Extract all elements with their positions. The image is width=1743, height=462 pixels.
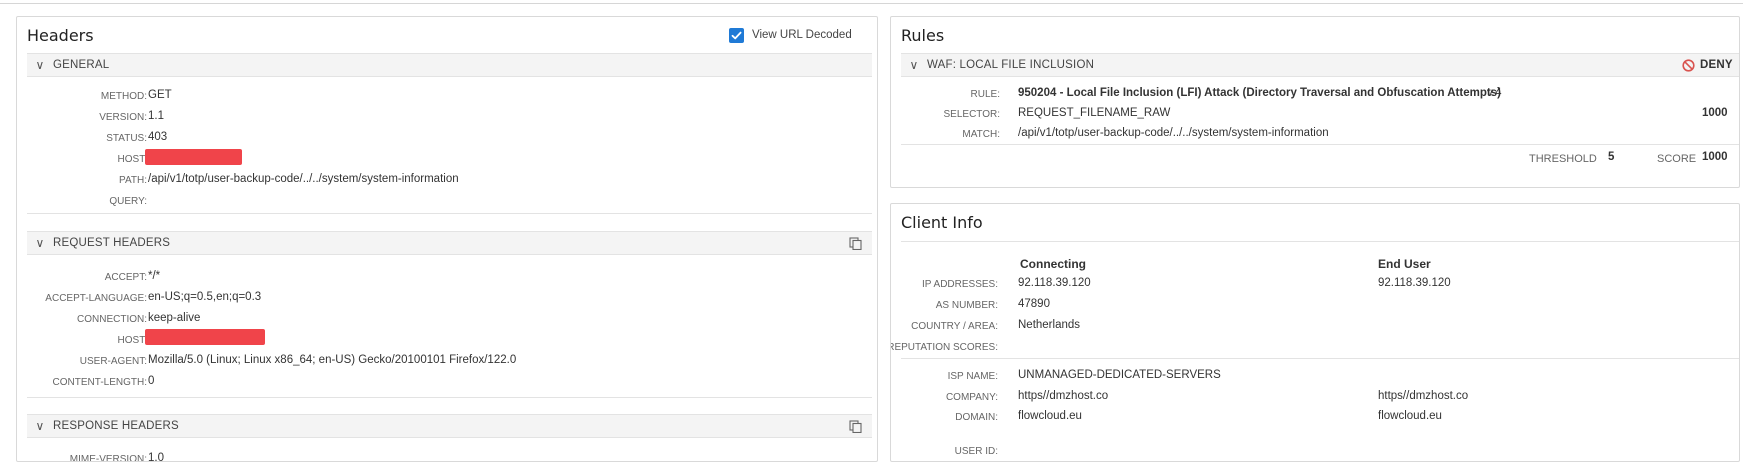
request-header-label: ACCEPT: — [104, 272, 147, 283]
general-value: /api/v1/totp/user-backup-code/../../syst… — [148, 173, 459, 185]
threshold-label: THRESHOLD — [1529, 153, 1597, 165]
chevron-down-icon[interactable]: ∨ — [27, 236, 53, 250]
client-connecting-value: https//dmzhost.co — [1018, 390, 1109, 402]
column-connecting: Connecting — [1020, 257, 1086, 271]
general-value: 403 — [148, 131, 168, 143]
response-header-label: MIME-VERSION: — [69, 454, 147, 462]
headers-panel: Headers View URL Decoded ∨ GENERAL METHO… — [16, 16, 878, 462]
client-connecting-value: flowcloud.eu — [1018, 410, 1082, 422]
client-label: DOMAIN: — [955, 412, 998, 423]
rule-score: 1000 — [1702, 107, 1728, 119]
client-label: IP ADDRESSES: — [922, 279, 998, 290]
request-header-value: en-US;q=0.5,en;q=0.3 — [148, 291, 262, 303]
divider — [901, 358, 1739, 359]
client-info-title: Client Info — [901, 213, 983, 232]
threshold-value: 5 — [1608, 151, 1615, 163]
copy-icon[interactable] — [849, 420, 862, 433]
selector-label: SELECTOR: — [943, 109, 1001, 120]
client-label: ISP NAME: — [947, 371, 998, 382]
client-label: COUNTRY / AREA: — [911, 321, 998, 332]
copy-icon[interactable] — [849, 237, 862, 250]
general-value: 1.1 — [148, 110, 164, 122]
host-redaction — [145, 329, 265, 345]
headers-title: Headers — [27, 26, 94, 45]
section-general[interactable]: ∨ GENERAL — [27, 53, 872, 77]
request-header-label: CONTENT-LENGTH: — [52, 377, 147, 388]
general-label: PATH: — [119, 175, 147, 186]
divider — [27, 213, 872, 214]
selector-value: REQUEST_FILENAME_RAW — [1018, 107, 1171, 119]
request-header-label: ACCEPT-LANGUAGE: — [45, 293, 147, 304]
score-label: SCORE — [1657, 153, 1697, 165]
client-end-user-value: 92.118.39.120 — [1378, 277, 1451, 289]
request-header-value: keep-alive — [148, 312, 201, 324]
client-label: USER ID: — [954, 446, 998, 457]
section-general-title: GENERAL — [53, 59, 110, 71]
client-label: AS NUMBER: — [935, 300, 998, 311]
top-edge — [0, 0, 1743, 4]
rules-panel: Rules ∨ WAF: LOCAL FILE INCLUSION DENY R… — [890, 16, 1740, 188]
section-response-headers-title: RESPONSE HEADERS — [53, 420, 179, 432]
section-request-headers-title: REQUEST HEADERS — [53, 237, 171, 249]
section-waf-lfi[interactable]: ∨ WAF: LOCAL FILE INCLUSION DENY — [901, 53, 1739, 77]
client-end-user-value: https//dmzhost.co — [1378, 390, 1469, 402]
section-response-headers[interactable]: ∨ RESPONSE HEADERS — [27, 414, 872, 438]
request-header-label: CONNECTION: — [77, 314, 147, 325]
column-end-user: End User — [1378, 257, 1431, 271]
view-url-decoded-label[interactable]: View URL Decoded — [752, 29, 852, 41]
deny-label: DENY — [1700, 59, 1733, 71]
client-connecting-value: 47890 — [1018, 298, 1050, 310]
chevron-down-icon[interactable]: ∨ — [27, 58, 53, 72]
rules-title: Rules — [901, 26, 945, 45]
section-request-headers[interactable]: ∨ REQUEST HEADERS — [27, 231, 872, 255]
client-connecting-value: UNMANAGED-DEDICATED-SERVERS — [1018, 369, 1221, 381]
general-label: VERSION: — [99, 112, 147, 123]
request-header-value: 0 — [148, 375, 155, 387]
match-label: MATCH: — [962, 129, 1000, 140]
request-header-label: USER-AGENT: — [79, 356, 147, 367]
divider — [901, 144, 1739, 145]
divider — [901, 241, 1739, 242]
response-header-value: 1.0 — [148, 452, 164, 462]
divider — [27, 397, 872, 398]
deny-icon — [1682, 59, 1695, 72]
client-connecting-value: 92.118.39.120 — [1018, 277, 1091, 289]
client-connecting-value: Netherlands — [1018, 319, 1081, 331]
section-waf-lfi-title: WAF: LOCAL FILE INCLUSION — [927, 59, 1095, 71]
chevron-down-icon[interactable]: ∨ — [27, 419, 53, 433]
request-header-value: Mozilla/5.0 (Linux; Linux x86_64; en-US)… — [148, 354, 517, 366]
match-value: /api/v1/totp/user-backup-code/../../syst… — [1018, 127, 1329, 139]
view-url-decoded-checkbox[interactable] — [729, 28, 744, 43]
rule-label: RULE: — [970, 89, 1000, 100]
chevron-down-icon[interactable]: ∨ — [901, 58, 927, 72]
request-header-label: HOST: — [117, 335, 147, 346]
general-label: METHOD: — [100, 91, 147, 102]
client-label: REPUTATION SCORES: — [890, 342, 998, 353]
general-value: GET — [148, 89, 172, 101]
general-label: QUERY: — [109, 196, 147, 207]
general-label: STATUS: — [106, 133, 147, 144]
client-end-user-value: flowcloud.eu — [1378, 410, 1442, 422]
general-label: HOST: — [117, 154, 147, 165]
host-redaction — [145, 149, 242, 165]
rule-value: 950204 - Local File Inclusion (LFI) Atta… — [1018, 87, 1501, 99]
client-info-panel: Client Info Connecting End User IP ADDRE… — [890, 203, 1740, 462]
client-label: COMPANY: — [945, 392, 998, 403]
score-value: 1000 — [1702, 151, 1728, 163]
rule-version: v.4 — [1487, 87, 1502, 99]
request-header-value: */* — [148, 270, 161, 282]
